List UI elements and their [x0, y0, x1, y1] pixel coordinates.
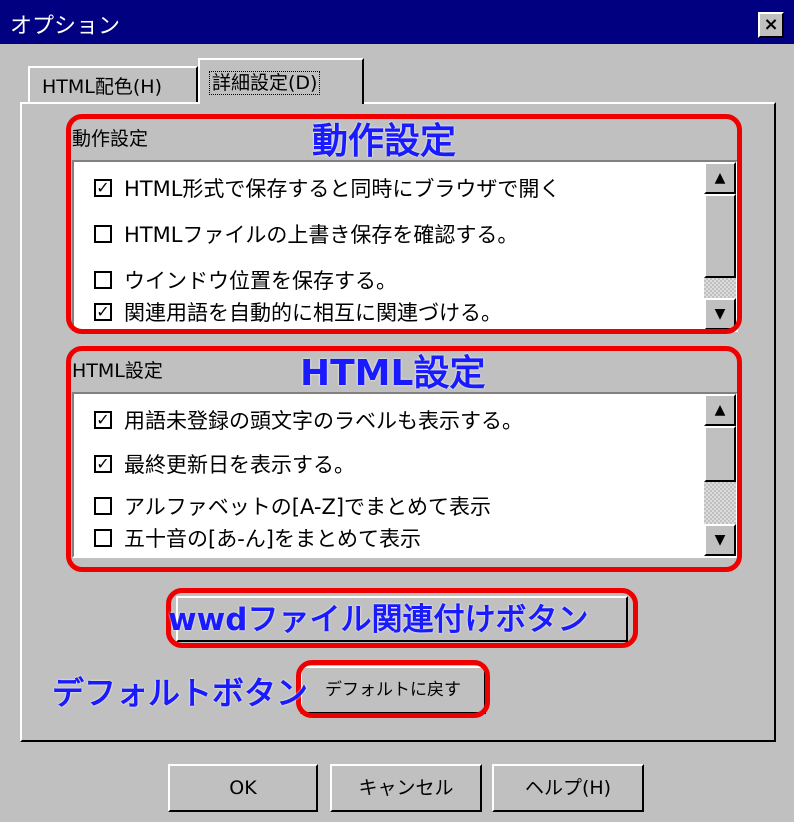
html-item[interactable]: アルファベットの[A-Z]でまとめて表示: [94, 492, 491, 522]
behavior-item-label: HTMLファイルの上書き保存を確認する。: [124, 223, 519, 247]
html-item[interactable]: 五十音の[あ-ん]をまとめて表示: [94, 524, 421, 554]
html-item[interactable]: ✓ 用語未登録の頭文字のラベルも表示する。: [94, 406, 523, 436]
checkbox-unchecked[interactable]: [94, 271, 112, 289]
checkbox-unchecked[interactable]: [94, 497, 112, 515]
html-listbox[interactable]: ✓ 用語未登録の頭文字のラベルも表示する。 ✓ 最終更新日を表示する。 アルファベッ…: [72, 392, 738, 558]
scroll-thumb[interactable]: [704, 194, 736, 278]
behavior-item-label: 関連用語を自動的に相互に関連づける。: [124, 301, 502, 325]
cancel-button[interactable]: キャンセル: [330, 764, 482, 812]
scroll-down-button[interactable]: ▼: [704, 524, 736, 556]
html-item-label: 最終更新日を表示する。: [124, 453, 355, 477]
behavior-item[interactable]: ✓ 関連用語を自動的に相互に関連づける。: [94, 298, 502, 328]
checkbox-checked[interactable]: ✓: [94, 411, 112, 429]
scroll-up-button[interactable]: ▲: [704, 394, 736, 426]
help-button[interactable]: ヘルプ(H): [492, 764, 644, 812]
html-item[interactable]: ✓ 最終更新日を表示する。: [94, 450, 355, 480]
html-group-label: HTML設定: [72, 360, 163, 382]
behavior-item[interactable]: HTMLファイルの上書き保存を確認する。: [94, 220, 518, 250]
behavior-group-label: 動作設定: [72, 128, 149, 150]
help-button-label: ヘルプ(H): [524, 777, 612, 799]
checkbox-checked[interactable]: ✓: [94, 179, 112, 197]
checkbox-checked[interactable]: ✓: [94, 455, 112, 473]
html-item-label: アルファベットの[A-Z]でまとめて表示: [124, 495, 492, 519]
behavior-scrollbar[interactable]: ▲ ▼: [704, 162, 736, 330]
checkbox-unchecked[interactable]: [94, 529, 112, 547]
tab-html-colors-label: HTML配色(H): [42, 76, 162, 98]
html-item-label: 用語未登録の頭文字のラベルも表示する。: [124, 409, 523, 433]
behavior-annotation: 動作設定: [312, 121, 457, 162]
tab-advanced-settings-label: 詳細設定(D): [208, 71, 321, 95]
ok-button-label: OK: [229, 777, 257, 799]
window-title: オプション: [10, 14, 121, 39]
close-button[interactable]: ×: [758, 12, 784, 38]
title-bar[interactable]: オプション ×: [0, 0, 794, 44]
tab-advanced-settings[interactable]: 詳細設定(D): [198, 58, 364, 104]
checkbox-checked[interactable]: ✓: [94, 303, 112, 321]
default-button[interactable]: デフォルトに戻す: [300, 666, 486, 714]
scroll-up-button[interactable]: ▲: [704, 162, 736, 194]
wwd-button-annotation: wwdファイル関連付けボタン: [168, 602, 589, 638]
html-item-label: 五十音の[あ-ん]をまとめて表示: [124, 527, 421, 551]
default-button-annotation: デフォルトボタン: [52, 674, 309, 712]
scroll-down-button[interactable]: ▼: [704, 298, 736, 330]
html-scrollbar[interactable]: ▲ ▼: [704, 394, 736, 556]
checkbox-unchecked[interactable]: [94, 225, 112, 243]
behavior-item-label: ウインドウ位置を保存する。: [124, 269, 397, 293]
cancel-button-label: キャンセル: [358, 777, 454, 799]
behavior-listbox[interactable]: ✓ HTML形式で保存すると同時にブラウザで開く HTMLファイルの上書き保存を確…: [72, 160, 738, 332]
tab-html-colors[interactable]: HTML配色(H): [28, 66, 198, 102]
scroll-thumb[interactable]: [704, 426, 736, 482]
behavior-item-label: HTML形式で保存すると同時にブラウザで開く: [124, 177, 561, 201]
behavior-item[interactable]: ✓ HTML形式で保存すると同時にブラウザで開く: [94, 174, 560, 204]
default-button-label: デフォルトに戻す: [325, 680, 461, 700]
ok-button[interactable]: OK: [168, 764, 318, 812]
html-annotation: HTML設定: [300, 353, 486, 394]
behavior-item[interactable]: ウインドウ位置を保存する。: [94, 266, 397, 296]
